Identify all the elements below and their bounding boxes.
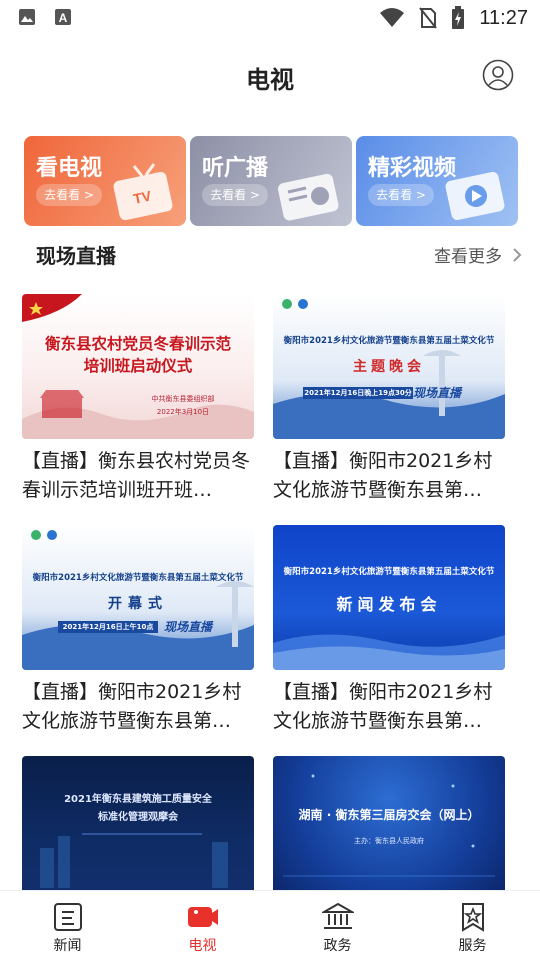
live-thumbnail: 衡东县农村党员冬春训示范 培训班启动仪式 中共衡东县委组织部 2022年3月10… bbox=[22, 294, 254, 439]
nav-news[interactable]: 新闻 bbox=[0, 891, 135, 960]
entry-go-button[interactable]: 去看看 > bbox=[202, 184, 268, 206]
live-card-title: 【直播】衡东县农村党员冬春训示范培训班开班… bbox=[22, 450, 251, 501]
font-a-icon: A bbox=[55, 9, 71, 25]
entry-listen-radio[interactable]: 听广播 去看看 > bbox=[190, 136, 352, 226]
thumb-line-1: 湖南 · 衡东第三届房交会（网上） bbox=[298, 808, 480, 822]
nav-label: 新闻 bbox=[53, 938, 82, 954]
tv-camera-icon bbox=[187, 907, 218, 927]
section-title: 现场直播 bbox=[36, 244, 116, 268]
government-building-icon bbox=[321, 902, 354, 929]
construction-banner-art bbox=[40, 833, 228, 888]
thumb-line-3: 2021年12月16日晚上19点30分 bbox=[303, 387, 413, 399]
nav-label: 服务 bbox=[458, 938, 487, 954]
radio-icon bbox=[278, 173, 339, 221]
live-thumbnail: 2021年衡东县建筑施工质量安全 标准化管理观摩会 bbox=[22, 756, 254, 901]
thumb-line-2: 主办：衡东县人民政府 bbox=[354, 837, 424, 845]
nav-tv[interactable]: 电视 bbox=[135, 891, 270, 960]
news-icon bbox=[53, 903, 82, 931]
thumb-line-1: 衡阳市2021乡村文化旅游节暨衡东县第五届土菜文化节 bbox=[283, 567, 495, 577]
bottom-nav: 新闻 电视 政务 服务 bbox=[0, 890, 540, 960]
nav-government[interactable]: 政务 bbox=[270, 891, 405, 960]
thumb-line-4: 2022年3月10日 bbox=[156, 408, 210, 416]
entry-cards: 看电视 去看看 > TV 听广播 去看看 > 精彩视频 去看看 > bbox=[24, 136, 518, 226]
header: 电视 bbox=[0, 48, 540, 104]
chevron-right-icon bbox=[513, 247, 522, 262]
battery-charging-icon bbox=[452, 6, 465, 29]
entry-go-button[interactable]: 去看看 > bbox=[368, 184, 434, 206]
wifi-icon bbox=[380, 8, 405, 27]
live-card-title: 【直播】衡阳市2021乡村文化旅游节暨衡东县第… bbox=[273, 681, 493, 732]
video-play-icon bbox=[445, 171, 505, 221]
live-card-title: 【直播】衡阳市2021乡村文化旅游节暨衡东县第… bbox=[22, 681, 242, 732]
live-card[interactable]: 衡东县农村党员冬春训示范 培训班启动仪式 中共衡东县委组织部 2022年3月10… bbox=[22, 294, 256, 505]
clock: 11:27 bbox=[479, 6, 528, 29]
live-thumbnail: 衡阳市2021乡村文化旅游节暨衡东县第五届土菜文化节 新闻发布会 bbox=[273, 525, 505, 670]
entry-featured-video[interactable]: 精彩视频 去看看 > bbox=[356, 136, 518, 226]
entry-title: 听广播 bbox=[202, 156, 269, 181]
entry-go-button[interactable]: 去看看 > bbox=[36, 184, 102, 206]
live-thumbnail: 湖南 · 衡东第三届房交会（网上） 主办：衡东县人民政府 bbox=[273, 756, 505, 901]
nav-label: 政务 bbox=[323, 938, 352, 954]
user-circle-icon[interactable] bbox=[482, 59, 514, 91]
thumb-line-4: 现场直播 bbox=[413, 386, 462, 400]
live-card-title: 【直播】衡阳市2021乡村文化旅游节暨衡东县第… bbox=[273, 450, 493, 501]
entry-title: 看电视 bbox=[36, 156, 103, 181]
thumb-line-2: 标准化管理观摩会 bbox=[98, 812, 178, 823]
nav-service[interactable]: 服务 bbox=[405, 891, 540, 960]
thumb-line-1: 衡东县农村党员冬春训示范 bbox=[44, 335, 231, 353]
tv-icon: TV bbox=[113, 163, 173, 221]
entry-watch-tv[interactable]: 看电视 去看看 > TV bbox=[24, 136, 186, 226]
thumb-line-1: 衡阳市2021乡村文化旅游节暨衡东县第五届土菜文化节 bbox=[32, 573, 244, 583]
live-card[interactable]: 衡阳市2021乡村文化旅游节暨衡东县第五届土菜文化节 开幕式 2021年12月1… bbox=[22, 525, 256, 736]
live-card[interactable]: 衡阳市2021乡村文化旅游节暨衡东县第五届土菜文化节 新闻发布会 【直播】衡阳市… bbox=[273, 525, 507, 736]
thumb-line-2: 培训班启动仪式 bbox=[83, 357, 193, 375]
thumb-line-2: 主题晚会 bbox=[353, 359, 425, 375]
nav-label: 电视 bbox=[188, 938, 217, 954]
thumb-line-1: 衡阳市2021乡村文化旅游节暨衡东县第五届土菜文化节 bbox=[283, 336, 495, 346]
bookmark-star-icon bbox=[461, 903, 484, 932]
thumb-line-2: 开幕式 bbox=[108, 596, 168, 612]
live-thumbnail: 衡阳市2021乡村文化旅游节暨衡东县第五届土菜文化节 开幕式 2021年12月1… bbox=[22, 525, 254, 670]
image-icon bbox=[19, 9, 35, 25]
thumb-line-3: 2021年12月16日上午10点 bbox=[58, 621, 158, 633]
live-card[interactable]: 衡阳市2021乡村文化旅游节暨衡东县第五届土菜文化节 主题晚会 2021年12月… bbox=[273, 294, 507, 505]
live-thumbnail: 衡阳市2021乡村文化旅游节暨衡东县第五届土菜文化节 主题晚会 2021年12月… bbox=[273, 294, 505, 439]
see-more-label: 查看更多 bbox=[434, 247, 502, 267]
thumb-line-3: 中共衡东县委组织部 bbox=[151, 395, 215, 403]
live-section-header: 现场直播 查看更多 bbox=[0, 232, 540, 272]
housing-fair-banner-art bbox=[283, 774, 495, 877]
no-sim-icon bbox=[419, 7, 438, 29]
thumb-line-2: 新闻发布会 bbox=[336, 595, 442, 614]
svg-text:A: A bbox=[59, 11, 68, 25]
thumb-line-4: 现场直播 bbox=[164, 620, 213, 634]
page-title: 电视 bbox=[246, 66, 294, 94]
thumb-line-1: 2021年衡东县建筑施工质量安全 bbox=[64, 794, 212, 805]
status-bar: A 11:27 bbox=[0, 0, 540, 36]
see-more-link[interactable]: 查看更多 bbox=[434, 242, 522, 267]
